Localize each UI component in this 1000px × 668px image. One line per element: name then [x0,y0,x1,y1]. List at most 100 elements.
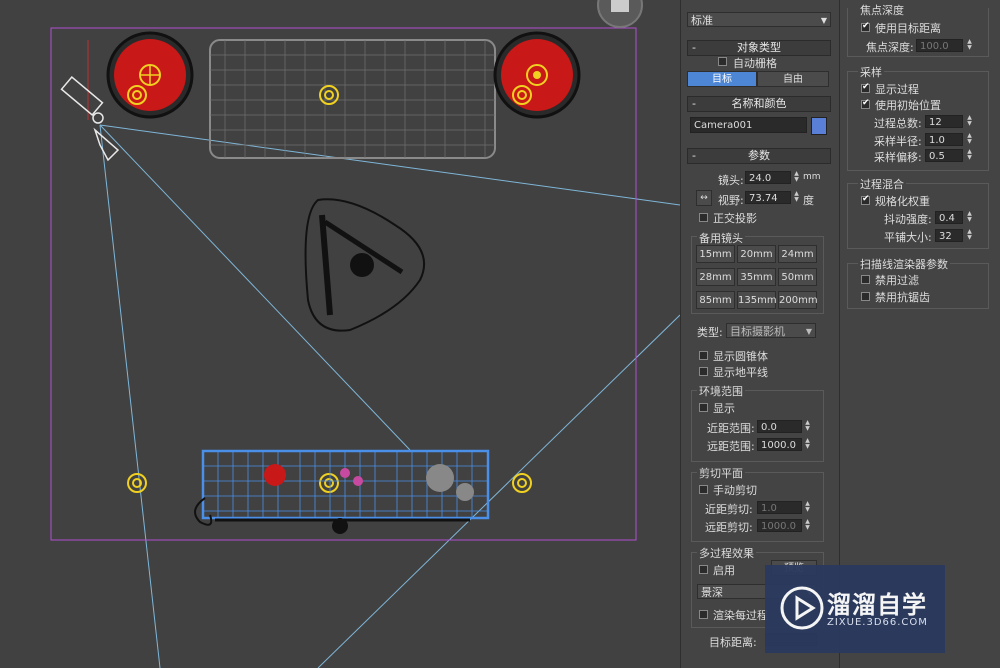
manual-clip-checkbox[interactable] [699,485,708,494]
lens-unit: mm [803,172,821,182]
dither-strength-spinner[interactable]: ▲ ▼ [965,211,974,224]
sample-radius-input[interactable]: 1.0 [925,133,963,146]
camera-type-dropdown[interactable]: 目标摄影机 ▼ [726,323,816,338]
manual-clip-label: 手动剪切 [713,484,757,497]
tile-size-input[interactable]: 32 [935,229,963,242]
show-horizon-checkbox[interactable] [699,367,708,376]
round-table-left[interactable] [106,31,194,119]
lens-20mm-button[interactable]: 20mm [737,245,776,263]
sample-bias-spinner[interactable]: ▲ ▼ [965,149,974,162]
fov-spinner[interactable]: ▲ ▼ [792,191,801,204]
fov-direction-button[interactable]: ↔ [696,190,712,206]
far-clip-spinner[interactable]: ▲ ▼ [803,519,812,532]
lens-15mm-button[interactable]: 15mm [696,245,735,263]
focal-depth-input[interactable]: 100.0 [916,39,963,52]
fov-input[interactable]: 73.74 [745,191,791,204]
watermark-logo: 溜溜自学 ZIXUE.3D66.COM [765,565,945,653]
lens-28mm-button[interactable]: 28mm [696,268,735,286]
dither-strength-input[interactable]: 0.4 [935,211,963,224]
far-range-input[interactable]: 1000.0 [757,438,802,451]
render-each-pass-label: 渲染每过程 [713,609,768,622]
show-cone-checkbox[interactable] [699,351,708,360]
lens-85mm-button[interactable]: 85mm [696,291,735,309]
near-clip-spinner[interactable]: ▲ ▼ [803,501,812,514]
type-label: 类型: [697,326,723,339]
display-passes-checkbox[interactable] [861,82,870,93]
rollout-parameters[interactable]: - 参数 [687,148,831,164]
sample-radius-label: 采样半径: [874,135,922,148]
disable-filtering-checkbox[interactable] [861,275,870,284]
focal-depth-title: 焦点深度 [858,2,906,18]
ortho-checkbox[interactable] [699,213,708,222]
lens-135mm-button[interactable]: 135mm [737,291,777,309]
near-range-label: 近距范围: [707,422,755,435]
sample-bias-label: 采样偏移: [874,151,922,164]
round-table-right[interactable] [493,31,581,119]
total-passes-label: 过程总数: [874,117,922,130]
total-passes-spinner[interactable]: ▲ ▼ [965,115,974,128]
near-clip-input[interactable]: 1.0 [757,501,802,514]
sample-radius-spinner[interactable]: ▲ ▼ [965,133,974,146]
near-clip-label: 近距剪切: [705,503,753,516]
render-each-pass-checkbox[interactable] [699,610,708,619]
object-color-swatch[interactable] [811,117,827,135]
far-range-label: 远距范围: [707,440,755,453]
display-passes-label: 显示过程 [875,83,919,96]
lens-200mm-button[interactable]: 200mm [778,291,818,309]
viewcube-icon[interactable] [597,0,643,28]
multipass-enable-checkbox[interactable] [699,565,708,574]
viewport-top[interactable] [0,0,680,668]
sample-bias-input[interactable]: 0.5 [925,149,963,162]
show-horizon-label: 显示地平线 [713,366,768,379]
focal-depth-spinner[interactable]: ▲ ▼ [965,39,974,52]
camera-cone [99,124,680,668]
use-target-distance-checkbox[interactable] [861,21,870,32]
far-range-spinner[interactable]: ▲ ▼ [803,438,812,451]
multipass-title: 多过程效果 [697,545,756,561]
lens-label: 镜头: [718,174,744,187]
rollout-object-type[interactable]: - 对象类型 [687,40,831,56]
sofa-wireframe[interactable] [209,39,496,159]
tile-size-spinner[interactable]: ▲ ▼ [965,229,974,242]
far-clip-label: 远距剪切: [705,521,753,534]
disable-antialiasing-label: 禁用抗锯齿 [875,291,930,304]
lens-50mm-button[interactable]: 50mm [778,268,817,286]
tile-size-label: 平铺大小: [884,231,932,244]
lens-35mm-button[interactable]: 35mm [737,268,776,286]
far-clip-input[interactable]: 1000.0 [757,519,802,532]
near-range-spinner[interactable]: ▲ ▼ [803,420,812,433]
free-button[interactable]: 自由 [757,71,829,87]
rollout-name-color[interactable]: - 名称和颜色 [687,96,831,112]
fov-unit: 度 [803,194,814,207]
object-name-field[interactable]: Camera001 [690,117,807,133]
target-button[interactable]: 目标 [687,71,757,87]
scanline-params-title: 扫描线渲染器参数 [858,256,950,272]
dither-strength-label: 抖动强度: [884,213,932,226]
env-show-checkbox[interactable] [699,403,708,412]
near-range-input[interactable]: 0.0 [757,420,802,433]
watermark-title: 溜溜自学 [827,591,927,619]
sampling-title: 采样 [858,64,884,80]
disable-antialiasing-checkbox[interactable] [861,292,870,301]
lens-spinner[interactable]: ▲ ▼ [792,171,801,184]
lens-24mm-button[interactable]: 24mm [778,245,817,263]
env-show-label: 显示 [713,402,735,415]
bottom-cabinet[interactable] [194,449,490,534]
use-original-location-label: 使用初始位置 [875,99,941,112]
multipass-enable-label: 启用 [713,564,735,577]
total-passes-input[interactable]: 12 [925,115,963,128]
clip-planes-title: 剪切平面 [697,465,745,481]
autogrid-checkbox[interactable] [718,57,727,66]
play-logo-icon [780,586,824,630]
use-original-location-checkbox[interactable] [861,98,870,109]
normalize-weights-checkbox[interactable] [861,194,870,205]
stock-lenses-title: 备用镜头 [697,230,745,246]
lens-input[interactable]: 24.0 [745,171,791,184]
viewport-scene[interactable] [0,0,680,668]
pass-blending-title: 过程混合 [858,176,906,192]
use-target-distance-label: 使用目标距离 [875,22,941,35]
ortho-label: 正交投影 [713,212,757,225]
target-distance-label: 目标距离: [709,636,757,649]
category-dropdown[interactable]: 标准 ▼ [687,12,831,27]
show-cone-label: 显示圆锥体 [713,350,768,363]
